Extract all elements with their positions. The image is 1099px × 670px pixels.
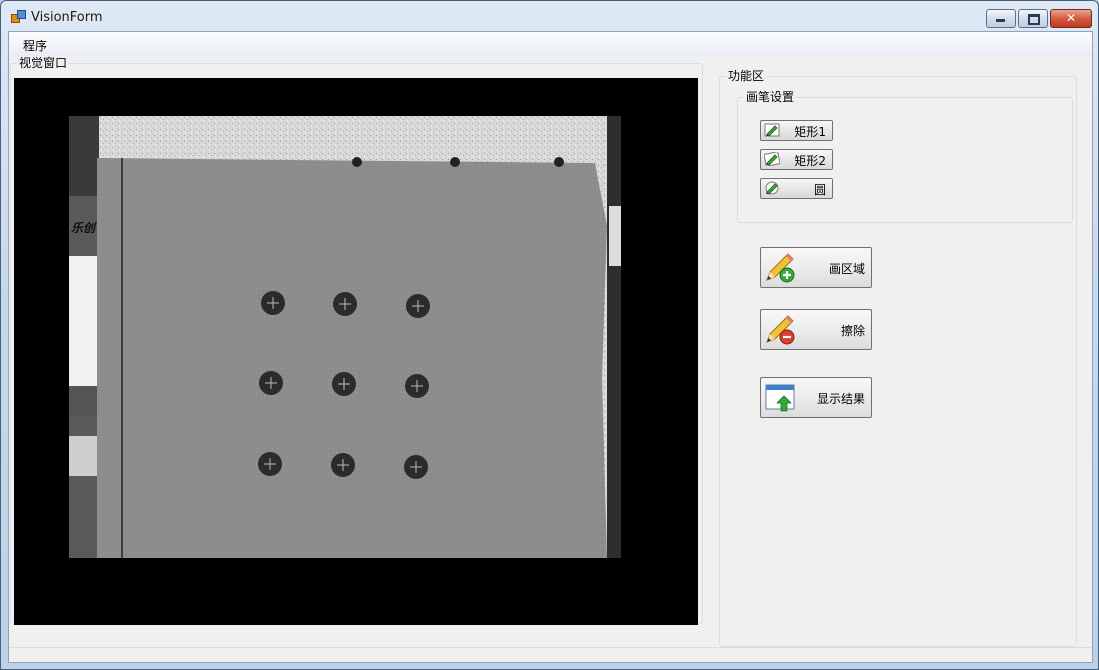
rectangle2-button[interactable]: 矩形2	[760, 149, 833, 170]
pen-settings-group: 画笔设置 矩形1 矩形2 圆	[737, 90, 1073, 223]
draw-region-button[interactable]: 画区域	[760, 247, 872, 288]
function-area-group: 功能区 画笔设置 矩形1 矩形2 圆 画区域 擦除 显示结果	[719, 69, 1077, 647]
vision-window-group: 视觉窗口 乐创	[10, 56, 703, 625]
title-bar[interactable]: VisionForm ✕	[1, 1, 1098, 31]
minimize-button[interactable]	[986, 9, 1016, 28]
image-text: 乐创	[71, 221, 97, 235]
show-result-icon	[765, 384, 795, 412]
function-area-title: 功能区	[726, 69, 767, 83]
app-window: VisionForm ✕ 程序 视觉窗口 乐创 功能区 画笔设置 矩形1 矩形2…	[0, 0, 1099, 670]
camera-image: 乐创	[69, 116, 621, 558]
minimize-icon	[996, 19, 1005, 22]
pencil-add-icon	[766, 253, 795, 283]
rectangle1-button[interactable]: 矩形1	[760, 120, 833, 141]
pencil-icon	[764, 152, 780, 166]
maximize-icon	[1028, 14, 1040, 25]
circle-button[interactable]: 圆	[760, 178, 833, 199]
pen-settings-title: 画笔设置	[744, 90, 797, 104]
close-button[interactable]: ✕	[1050, 9, 1092, 28]
app-icon	[11, 10, 26, 23]
vision-canvas[interactable]: 乐创	[14, 78, 698, 625]
erase-label: 擦除	[840, 324, 865, 338]
rectangle2-label: 矩形2	[794, 154, 826, 168]
circle-label: 圆	[813, 183, 826, 197]
pencil-icon	[764, 123, 780, 137]
client-area: 程序 视觉窗口 乐创 功能区 画笔设置 矩形1 矩形2 圆 画区域 擦除 显示结…	[8, 31, 1093, 663]
maximize-button[interactable]	[1018, 9, 1048, 28]
vision-window-title: 视觉窗口	[17, 56, 70, 70]
pencil-icon	[765, 181, 779, 195]
menu-item-program[interactable]: 程序	[17, 36, 53, 55]
draw-region-label: 画区域	[828, 262, 865, 276]
show-result-button[interactable]: 显示结果	[760, 377, 872, 418]
menu-bar: 程序	[9, 32, 1092, 56]
window-title: VisionForm	[31, 10, 103, 25]
rectangle1-label: 矩形1	[794, 125, 826, 139]
show-result-label: 显示结果	[816, 392, 865, 406]
status-bar	[9, 647, 1092, 662]
close-icon: ✕	[1065, 11, 1077, 25]
erase-button[interactable]: 擦除	[760, 309, 872, 350]
pencil-remove-icon	[766, 315, 795, 345]
